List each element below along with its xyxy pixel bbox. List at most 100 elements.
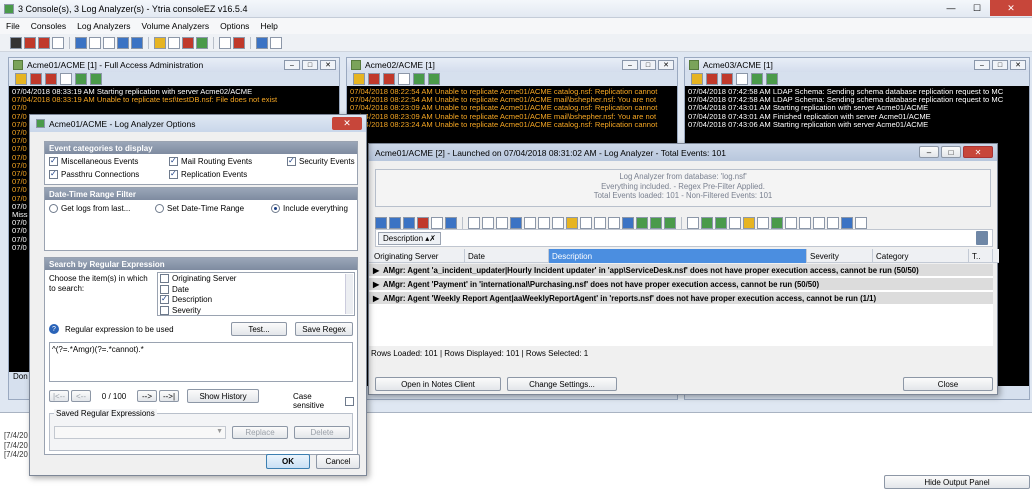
pane-minimize-button[interactable]: – <box>284 60 300 70</box>
list-item-description[interactable]: Description <box>160 294 352 306</box>
stop-icon[interactable] <box>45 73 57 85</box>
column-description[interactable]: Description <box>549 249 807 263</box>
menu-volume-analyzers[interactable]: Volume Analyzers <box>142 21 210 31</box>
funnel-icon[interactable] <box>75 73 87 85</box>
cancel-button[interactable]: Cancel <box>316 454 360 469</box>
menu-options[interactable]: Options <box>220 21 249 31</box>
layout-icon[interactable] <box>687 217 699 229</box>
bar-icon[interactable] <box>729 217 741 229</box>
layout-icon[interactable] <box>256 36 268 49</box>
table-row[interactable]: ▶ AMgr: Agent 'Payment' in 'international… <box>369 278 993 291</box>
prev-button[interactable]: <-- <box>71 390 91 402</box>
column2-icon[interactable] <box>482 217 494 229</box>
info-icon[interactable]: ? <box>49 324 59 334</box>
menu-log-analyzers[interactable]: Log Analyzers <box>77 21 130 31</box>
column-originating-server[interactable]: Originating Server <box>371 249 465 263</box>
show-history-button[interactable]: Show History <box>187 389 259 403</box>
zoom-in-icon[interactable] <box>594 217 606 229</box>
window-icon[interactable] <box>75 36 87 49</box>
hide-output-panel-button[interactable]: Hide Output Panel <box>884 475 1030 489</box>
stop-icon[interactable] <box>383 73 395 85</box>
bar6-icon[interactable] <box>799 217 811 229</box>
dialog-close-button[interactable]: ✕ <box>332 117 362 130</box>
column-icon[interactable] <box>468 217 480 229</box>
checkbox-replication[interactable]: Replication Events <box>169 169 247 180</box>
paste-icon[interactable] <box>524 217 536 229</box>
pane-restore-button[interactable]: □ <box>992 60 1008 70</box>
pane-close-button[interactable]: ✕ <box>320 60 336 70</box>
radio-include-everything[interactable]: Include everything <box>271 204 348 214</box>
play-icon[interactable] <box>60 73 72 85</box>
list-item-originating-server[interactable]: Originating Server <box>160 274 352 285</box>
list-item-date[interactable]: Date <box>160 285 352 296</box>
volume-icon[interactable] <box>168 36 180 49</box>
filter-icon[interactable] <box>664 217 676 229</box>
export-icon[interactable] <box>428 73 440 85</box>
highlight-icon[interactable] <box>566 217 578 229</box>
ok-button[interactable]: OK <box>266 454 310 469</box>
test-button[interactable]: Test... <box>231 322 287 336</box>
sort-icon[interactable] <box>431 217 443 229</box>
checkbox-security[interactable]: Security Events <box>287 156 355 167</box>
expand-icon[interactable] <box>389 217 401 229</box>
cascade-icon[interactable] <box>117 36 129 49</box>
analyzer-restore-button[interactable]: □ <box>941 146 961 158</box>
filter-icon[interactable] <box>15 73 27 85</box>
menu-consoles[interactable]: Consoles <box>31 21 66 31</box>
open-in-notes-client-button[interactable]: Open in Notes Client <box>375 377 501 391</box>
export-icon[interactable] <box>766 73 778 85</box>
group-icon[interactable] <box>445 217 457 229</box>
stop-icon[interactable] <box>721 73 733 85</box>
play-icon[interactable] <box>736 73 748 85</box>
delete-button[interactable]: Delete <box>294 426 350 439</box>
list-scrollbar[interactable] <box>345 274 353 314</box>
pin-icon[interactable] <box>813 217 825 229</box>
radio-set-date-range[interactable]: Set Date-Time Range <box>155 204 244 214</box>
pane-restore-button[interactable]: □ <box>302 60 318 70</box>
menu-help[interactable]: Help <box>260 21 277 31</box>
zoom-out-icon[interactable] <box>608 217 620 229</box>
pause-icon[interactable] <box>706 73 718 85</box>
search-items-list[interactable]: Originating Server Date Description Seve… <box>157 272 355 316</box>
first-button[interactable]: |<-- <box>49 390 69 402</box>
column-severity[interactable]: Severity <box>807 249 873 263</box>
menu-file[interactable]: File <box>6 21 20 31</box>
pause-icon[interactable] <box>52 36 64 49</box>
copy-icon[interactable] <box>510 217 522 229</box>
play-icon[interactable] <box>398 73 410 85</box>
bar2-icon[interactable] <box>743 217 755 229</box>
export-icon[interactable] <box>90 73 102 85</box>
group-chip-description[interactable]: Description ▴✗ <box>378 232 441 245</box>
grid-icon[interactable] <box>131 36 143 49</box>
refresh-icon[interactable] <box>622 217 634 229</box>
trash-icon[interactable] <box>976 231 988 245</box>
table-row[interactable]: ▶ AMgr: Agent 'a_incident_updater|Hourly … <box>369 264 993 277</box>
grid-icon[interactable] <box>375 217 387 229</box>
collapse-icon[interactable] <box>403 217 415 229</box>
checkbox-misc-events[interactable]: Miscellaneous Events <box>49 156 138 167</box>
filter-icon[interactable] <box>353 73 365 85</box>
column3-icon[interactable] <box>496 217 508 229</box>
minimize-button[interactable]: — <box>938 0 964 16</box>
tile-icon[interactable] <box>103 36 115 49</box>
bar5-icon[interactable] <box>785 217 797 229</box>
bar4-icon[interactable] <box>771 217 783 229</box>
stack-icon[interactable] <box>841 217 853 229</box>
pane-close-button[interactable]: ✕ <box>1010 60 1026 70</box>
analyzer-minimize-button[interactable]: – <box>919 146 939 158</box>
pane-restore-button[interactable]: □ <box>640 60 656 70</box>
back-icon[interactable] <box>715 217 727 229</box>
excel-icon[interactable] <box>650 217 662 229</box>
console-icon[interactable] <box>10 36 22 49</box>
table-icon[interactable] <box>538 217 550 229</box>
pane-minimize-button[interactable]: – <box>622 60 638 70</box>
column-category[interactable]: Category <box>873 249 969 263</box>
analyzer-close-button[interactable]: ✕ <box>963 146 993 158</box>
forward-icon[interactable] <box>701 217 713 229</box>
disconnect-icon[interactable] <box>38 36 50 49</box>
search-icon[interactable] <box>580 217 592 229</box>
settings-icon[interactable] <box>182 36 194 49</box>
next-button[interactable]: --> <box>137 390 157 402</box>
pause-icon[interactable] <box>368 73 380 85</box>
saved-regex-select[interactable]: ▼ <box>54 426 226 439</box>
